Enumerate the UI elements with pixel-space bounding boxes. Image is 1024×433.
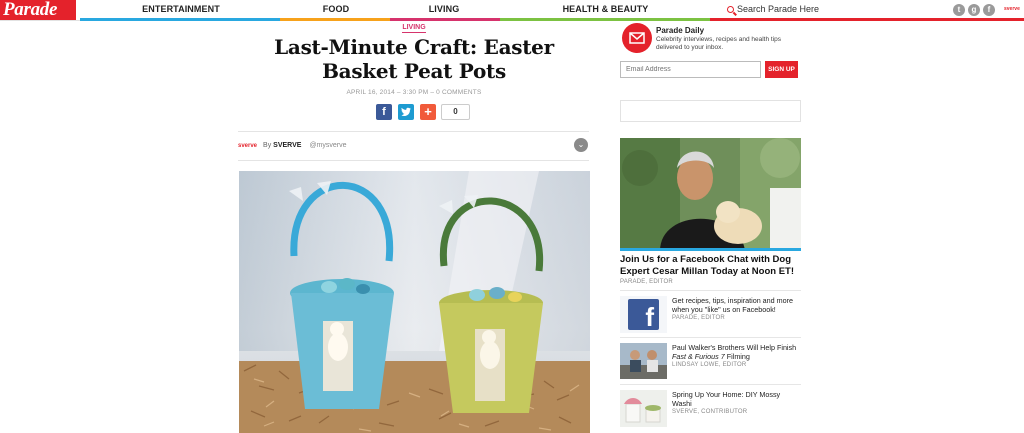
mossy-washi-photo (620, 390, 667, 427)
sidebar-divider (620, 384, 801, 385)
top-nav: Parade ENTERTAINMENT FOOD LIVING HEALTH … (0, 0, 1024, 21)
nav-color-bar-food (280, 18, 390, 21)
nav-label: LIVING (428, 4, 460, 14)
newsletter-description: Celebrity interviews, recipes and health… (656, 36, 782, 51)
byline-divider-top (238, 131, 589, 132)
category-label[interactable]: LIVING (400, 24, 428, 31)
email-field[interactable] (620, 61, 761, 78)
ad-slot (620, 100, 801, 122)
article-title: Last-Minute Craft: Easter Basket Peat Po… (274, 35, 554, 83)
search-input[interactable]: Search Parade Here (737, 4, 819, 14)
list-item[interactable]: Spring Up Your Home: DIY Mossy Washi SVE… (672, 390, 800, 417)
brothers-photo (620, 343, 667, 379)
sidebar-divider (620, 290, 801, 291)
author-handle[interactable]: @mysverve (309, 142, 346, 149)
newsletter-title: Parade Daily (656, 26, 705, 35)
byline-prefix: By (263, 142, 272, 149)
signup-button[interactable]: SIGN UP (765, 61, 798, 78)
item-title-emphasis[interactable]: Fast & Furious 7 (672, 352, 725, 361)
twitter-icon[interactable]: t (953, 4, 965, 16)
article-meta: APRIL 16, 2014 – 3:30 PM – 0 COMMENTS (346, 89, 482, 96)
source-logo[interactable]: sverve (238, 143, 257, 149)
nav-color-bar-living (390, 18, 500, 21)
facebook-icon: f (628, 299, 659, 332)
search-icon (727, 6, 734, 13)
sverve-tag[interactable]: sverve (1004, 6, 1020, 12)
twitter-share-button[interactable] (398, 104, 414, 120)
nav-color-bar-entertainment (80, 18, 280, 21)
newsletter-envelope-icon (622, 23, 652, 53)
item-byline: PARADE, EDITOR (672, 315, 725, 322)
facebook-thumb[interactable]: f (620, 296, 667, 333)
sidebar-divider (620, 337, 801, 338)
easter-baskets-illustration (239, 171, 590, 433)
nav-label: ENTERTAINMENT (142, 4, 220, 14)
item-title-end[interactable]: Filming (725, 352, 750, 361)
search-box[interactable]: Search Parade Here (727, 0, 819, 20)
twitter-icon (401, 107, 411, 117)
chevron-down-icon[interactable]: ⌄ (574, 138, 588, 152)
nav-color-bar-health-beauty (500, 18, 710, 21)
list-item[interactable]: Paul Walker's Brothers Will Help Finish … (672, 343, 800, 370)
category-underline (402, 32, 426, 33)
byline-divider-bottom (238, 160, 589, 161)
facebook-share-button[interactable]: f (376, 104, 392, 120)
facebook-icon[interactable]: f (983, 4, 995, 16)
item-title[interactable]: Spring Up Your Home: DIY Mossy Washi (672, 390, 780, 408)
promo-byline: PARADE, EDITOR (620, 279, 673, 285)
paul-walker-thumb[interactable] (620, 343, 667, 379)
byline: sverve By SVERVE @mysverve (238, 141, 347, 151)
nav-label: HEALTH & BEAUTY (562, 4, 649, 14)
washi-thumb[interactable] (620, 390, 667, 427)
item-byline: LINDSAY LOWE, EDITOR (672, 362, 747, 369)
promo-title[interactable]: Join Us for a Facebook Chat with Dog Exp… (620, 254, 810, 278)
nav-label: FOOD (322, 4, 350, 14)
promo-image[interactable] (620, 138, 801, 251)
cesar-millan-photo (620, 138, 801, 251)
google-plus-icon[interactable]: g (968, 4, 980, 16)
item-byline: SVERVE, CONTRIBUTOR (672, 409, 748, 416)
item-title[interactable]: Get recipes, tips, inspiration and more … (672, 296, 793, 314)
share-count: 0 (441, 104, 470, 120)
more-share-button[interactable]: + (420, 104, 436, 120)
article-hero-image (239, 171, 590, 433)
author-link[interactable]: SVERVE (273, 142, 301, 149)
parade-logo[interactable]: Parade (0, 0, 76, 20)
list-item[interactable]: Get recipes, tips, inspiration and more … (672, 296, 800, 323)
